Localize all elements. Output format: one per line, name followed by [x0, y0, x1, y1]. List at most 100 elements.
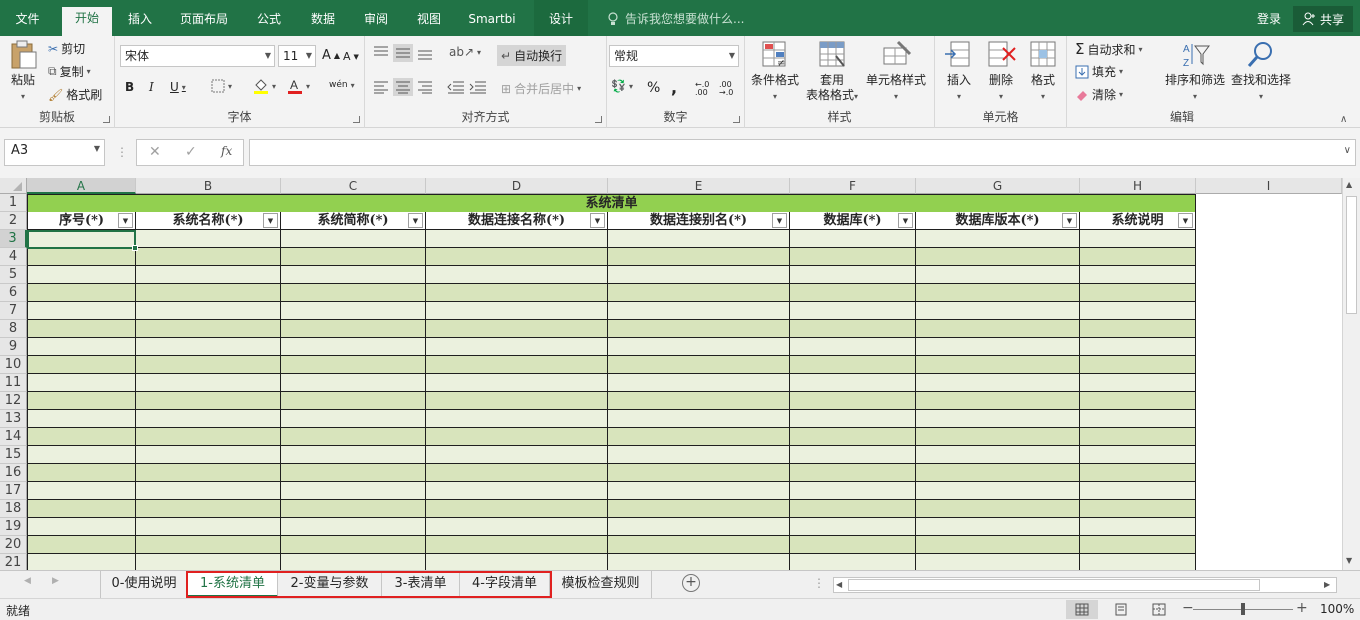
cell-styles-button[interactable]: 单元格样式 ▾ — [863, 40, 929, 104]
vertical-scrollbar[interactable]: ▲ ▼ — [1342, 178, 1360, 570]
normal-view-icon[interactable] — [1075, 603, 1089, 616]
number-launcher-icon[interactable] — [733, 116, 740, 123]
tab-insert[interactable]: 插入 — [117, 8, 163, 36]
conditional-format-button[interactable]: ≠ 条件格式 ▾ — [749, 40, 801, 104]
header-cell[interactable]: 数据库(*) ▼ — [790, 212, 916, 230]
format-as-table-button[interactable]: 套用 表格格式▾ — [803, 40, 861, 104]
row-header-15[interactable]: 15 — [0, 446, 27, 464]
header-cell[interactable]: 数据连接别名(*) ▼ — [608, 212, 790, 230]
table-cell[interactable] — [1080, 464, 1196, 482]
table-cell[interactable] — [790, 284, 916, 302]
table-cell[interactable] — [27, 266, 136, 284]
table-cell[interactable] — [916, 248, 1080, 266]
row-header-1[interactable]: 1 — [0, 194, 27, 212]
tab-formulas[interactable]: 公式 — [246, 8, 292, 36]
increase-decimal-button[interactable]: ←.0 .00 — [695, 81, 715, 97]
name-box-dropdown-icon[interactable]: ▼ — [94, 144, 100, 153]
tab-design[interactable]: 设计 — [534, 8, 588, 36]
italic-button[interactable]: I — [149, 80, 154, 94]
table-cell[interactable] — [136, 284, 281, 302]
table-cell[interactable] — [27, 518, 136, 536]
table-cell[interactable] — [281, 230, 426, 248]
filter-dropdown-icon[interactable]: ▼ — [118, 213, 133, 228]
cut-button[interactable]: ✂ 剪切 — [48, 40, 85, 57]
filter-dropdown-icon[interactable]: ▼ — [263, 213, 278, 228]
grow-font-button[interactable]: A ▲ — [322, 48, 340, 63]
percent-button[interactable]: % — [647, 80, 660, 96]
table-cell[interactable] — [27, 320, 136, 338]
row-header-17[interactable]: 17 — [0, 482, 27, 500]
comma-button[interactable]: , — [671, 78, 677, 97]
table-cell[interactable] — [790, 554, 916, 570]
formula-bar-grip[interactable]: ⋮ — [116, 145, 128, 159]
fill-color-button[interactable]: ▾ — [253, 78, 276, 94]
table-cell[interactable] — [1080, 410, 1196, 428]
table-cell[interactable] — [281, 410, 426, 428]
table-cell[interactable] — [426, 248, 608, 266]
underline-button[interactable]: U ▾ — [170, 80, 186, 94]
table-cell[interactable] — [790, 464, 916, 482]
row-header-5[interactable]: 5 — [0, 266, 27, 284]
table-cell[interactable] — [136, 266, 281, 284]
column-header-B[interactable]: B — [136, 178, 281, 194]
table-cell[interactable] — [281, 356, 426, 374]
increase-indent-icon[interactable] — [469, 80, 487, 94]
table-cell[interactable] — [281, 482, 426, 500]
table-cell[interactable] — [426, 536, 608, 554]
tab-review[interactable]: 审阅 — [353, 8, 399, 36]
sheet-tab-0[interactable]: 0-使用说明 — [100, 571, 188, 598]
row-header-4[interactable]: 4 — [0, 248, 27, 266]
table-cell[interactable] — [281, 392, 426, 410]
header-cell[interactable]: 系统简称(*) ▼ — [281, 212, 426, 230]
table-cell[interactable] — [790, 482, 916, 500]
bold-button[interactable]: B — [125, 80, 134, 94]
column-header-I[interactable]: I — [1196, 178, 1342, 194]
table-cell[interactable] — [790, 266, 916, 284]
table-cell[interactable] — [916, 500, 1080, 518]
orientation-button[interactable]: ab↗ ▾ — [449, 45, 481, 59]
table-cell[interactable] — [426, 266, 608, 284]
table-cell[interactable] — [27, 446, 136, 464]
tab-data[interactable]: 数据 — [300, 8, 346, 36]
table-cell[interactable] — [916, 554, 1080, 570]
tab-file[interactable]: 文件 — [0, 8, 55, 36]
insert-cells-button[interactable]: 插入 ▾ — [939, 40, 979, 104]
filter-dropdown-icon[interactable]: ▼ — [772, 213, 787, 228]
table-cell[interactable] — [426, 338, 608, 356]
column-header-F[interactable]: F — [790, 178, 916, 194]
table-cell[interactable] — [136, 374, 281, 392]
table-cell[interactable] — [608, 446, 790, 464]
insert-function-icon[interactable]: fx — [221, 144, 232, 158]
table-cell[interactable] — [790, 248, 916, 266]
fill-handle[interactable] — [132, 245, 138, 251]
sheet-tab-5[interactable]: 模板检查规则 — [550, 571, 652, 598]
table-cell[interactable] — [136, 446, 281, 464]
table-cell[interactable] — [1080, 356, 1196, 374]
table-cell[interactable] — [27, 464, 136, 482]
table-cell[interactable] — [27, 536, 136, 554]
column-header-A[interactable]: A — [27, 178, 136, 194]
table-cell[interactable] — [136, 482, 281, 500]
prev-sheet-icon[interactable]: ◀ — [24, 576, 31, 586]
table-cell[interactable] — [916, 230, 1080, 248]
table-cell[interactable] — [790, 446, 916, 464]
accounting-format-button[interactable]: 💱 ▾ — [611, 79, 633, 93]
row-header-7[interactable]: 7 — [0, 302, 27, 320]
table-cell[interactable] — [916, 266, 1080, 284]
table-cell[interactable] — [27, 356, 136, 374]
row-header-9[interactable]: 9 — [0, 338, 27, 356]
table-cell[interactable] — [916, 536, 1080, 554]
table-cell[interactable] — [426, 500, 608, 518]
tab-smartbi[interactable]: Smartbi — [460, 8, 524, 36]
table-cell[interactable] — [136, 518, 281, 536]
table-cell[interactable] — [916, 464, 1080, 482]
scroll-right-icon[interactable]: ▶ — [1324, 580, 1330, 589]
table-cell[interactable] — [790, 356, 916, 374]
scroll-up-icon[interactable]: ▲ — [1346, 180, 1352, 189]
borders-button[interactable]: ▾ — [211, 79, 232, 93]
header-cell[interactable]: 数据库版本(*) ▼ — [916, 212, 1080, 230]
table-cell[interactable] — [608, 374, 790, 392]
table-cell[interactable] — [1080, 446, 1196, 464]
table-cell[interactable] — [608, 230, 790, 248]
row-header-11[interactable]: 11 — [0, 374, 27, 392]
